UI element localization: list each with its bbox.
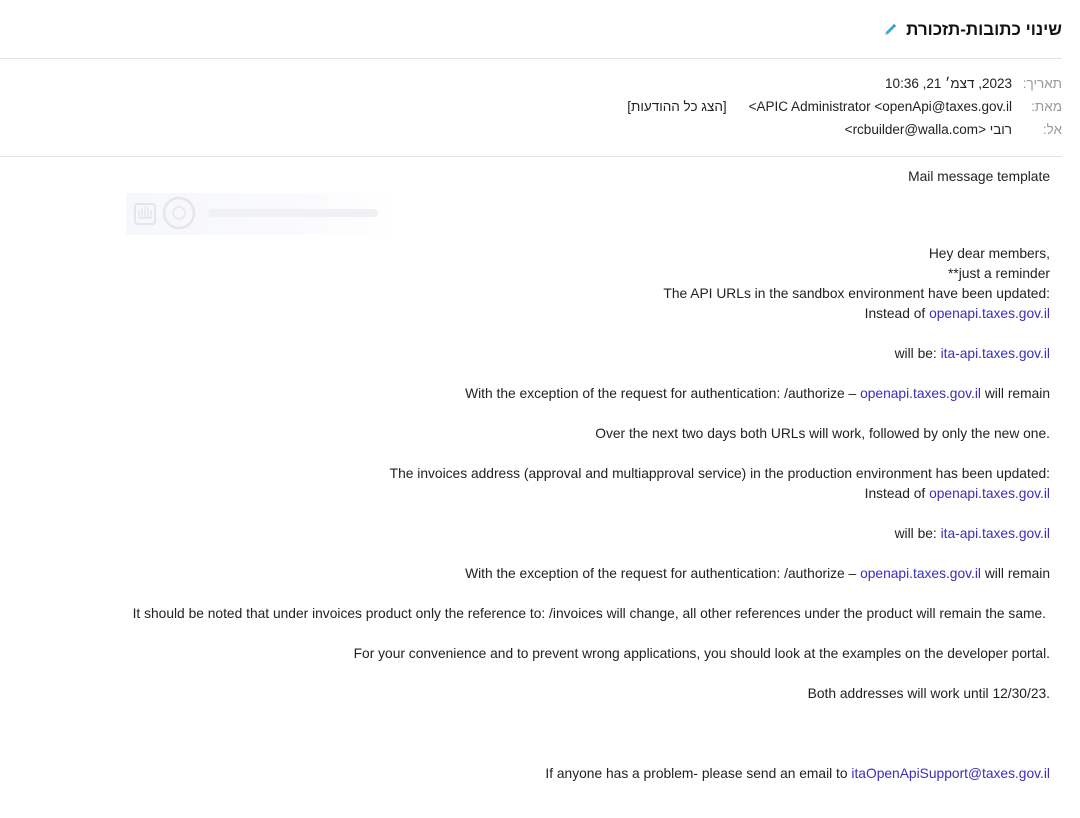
show-all-messages-link[interactable]: [הצג כל ההודעות] xyxy=(627,99,726,114)
support-line: If anyone has a problem- please send an … xyxy=(545,766,1050,781)
will-remain-text: will remain xyxy=(981,566,1050,581)
old-url-link[interactable]: openapi.taxes.gov.il xyxy=(860,566,981,581)
template-title: Mail message template xyxy=(908,169,1050,184)
email-subject-bar: שינוי כתובות-תזכורת xyxy=(882,18,1062,42)
from-value[interactable]: APIC Administrator <openApi@taxes.gov.il… xyxy=(749,99,1012,114)
problem-text: If anyone has a problem- please send an … xyxy=(545,766,852,781)
from-label: מאת: xyxy=(1031,98,1062,114)
exception-text: With the exception of the request for au… xyxy=(465,566,861,581)
sandbox-exception-line: With the exception of the request for au… xyxy=(465,386,1050,401)
will-be-text: will be: xyxy=(894,526,941,541)
to-value[interactable]: רובי <rcbuilder@walla.com> xyxy=(845,122,1012,137)
menorah-emblem-icon xyxy=(134,203,156,225)
will-remain-text: will remain xyxy=(981,386,1050,401)
email-subject: שינוי כתובות-תזכורת xyxy=(906,20,1062,39)
sandbox-will-be-line: will be: ita-api.taxes.gov.il xyxy=(895,346,1050,361)
date-label: תאריך: xyxy=(1022,75,1062,91)
will-be-text: will be: xyxy=(894,346,941,361)
instead-of-text: Instead of xyxy=(864,486,930,501)
greeting-line: Hey dear members, xyxy=(928,246,1050,261)
invoices-exception-line: With the exception of the request for au… xyxy=(465,566,1050,581)
sandbox-instead-of-line: Instead of openapi.taxes.gov.il xyxy=(865,306,1050,321)
faded-logo-banner xyxy=(126,193,400,235)
logo-text-placeholder xyxy=(208,209,378,217)
pencil-icon[interactable] xyxy=(882,22,898,38)
new-url-link[interactable]: ita-api.taxes.gov.il xyxy=(941,526,1050,541)
old-url-link[interactable]: openapi.taxes.gov.il xyxy=(929,306,1050,321)
old-url-link[interactable]: openapi.taxes.gov.il xyxy=(929,486,1050,501)
date-value: 2023, דצמ׳ 21, 10:36 xyxy=(885,75,1012,91)
header-from-row: מאת: APIC Administrator <openApi@taxes.g… xyxy=(627,96,1062,116)
invoices-instead-of-line: Instead of openapi.taxes.gov.il xyxy=(865,486,1050,501)
to-label: אל: xyxy=(1042,121,1062,137)
divider xyxy=(0,58,1062,59)
exception-text: With the exception of the request for au… xyxy=(465,386,861,401)
divider xyxy=(0,156,1062,157)
convenience-line: For your convenience and to prevent wron… xyxy=(353,646,1050,661)
both-until-line: Both addresses will work until 12/30/23. xyxy=(807,686,1050,701)
instead-of-text: Instead of xyxy=(864,306,930,321)
header-to-row: אל: רובי <rcbuilder@walla.com> xyxy=(845,119,1062,139)
invoices-updated-line: The invoices address (approval and multi… xyxy=(389,466,1050,481)
next-two-days-line: Over the next two days both URLs will wo… xyxy=(595,426,1050,441)
header-date-row: תאריך: 2023, דצמ׳ 21, 10:36 xyxy=(885,73,1062,93)
seal-emblem-icon xyxy=(162,196,196,230)
support-email-link[interactable]: itaOpenApiSupport@taxes.gov.il xyxy=(851,766,1050,781)
sandbox-updated-line: The API URLs in the sandbox environment … xyxy=(663,286,1050,301)
reminder-line: **just a reminder xyxy=(948,266,1050,281)
old-url-link[interactable]: openapi.taxes.gov.il xyxy=(860,386,981,401)
invoices-will-be-line: will be: ita-api.taxes.gov.il xyxy=(895,526,1050,541)
invoices-note-line: It should be noted that under invoices p… xyxy=(132,606,1046,621)
new-url-link[interactable]: ita-api.taxes.gov.il xyxy=(941,346,1050,361)
